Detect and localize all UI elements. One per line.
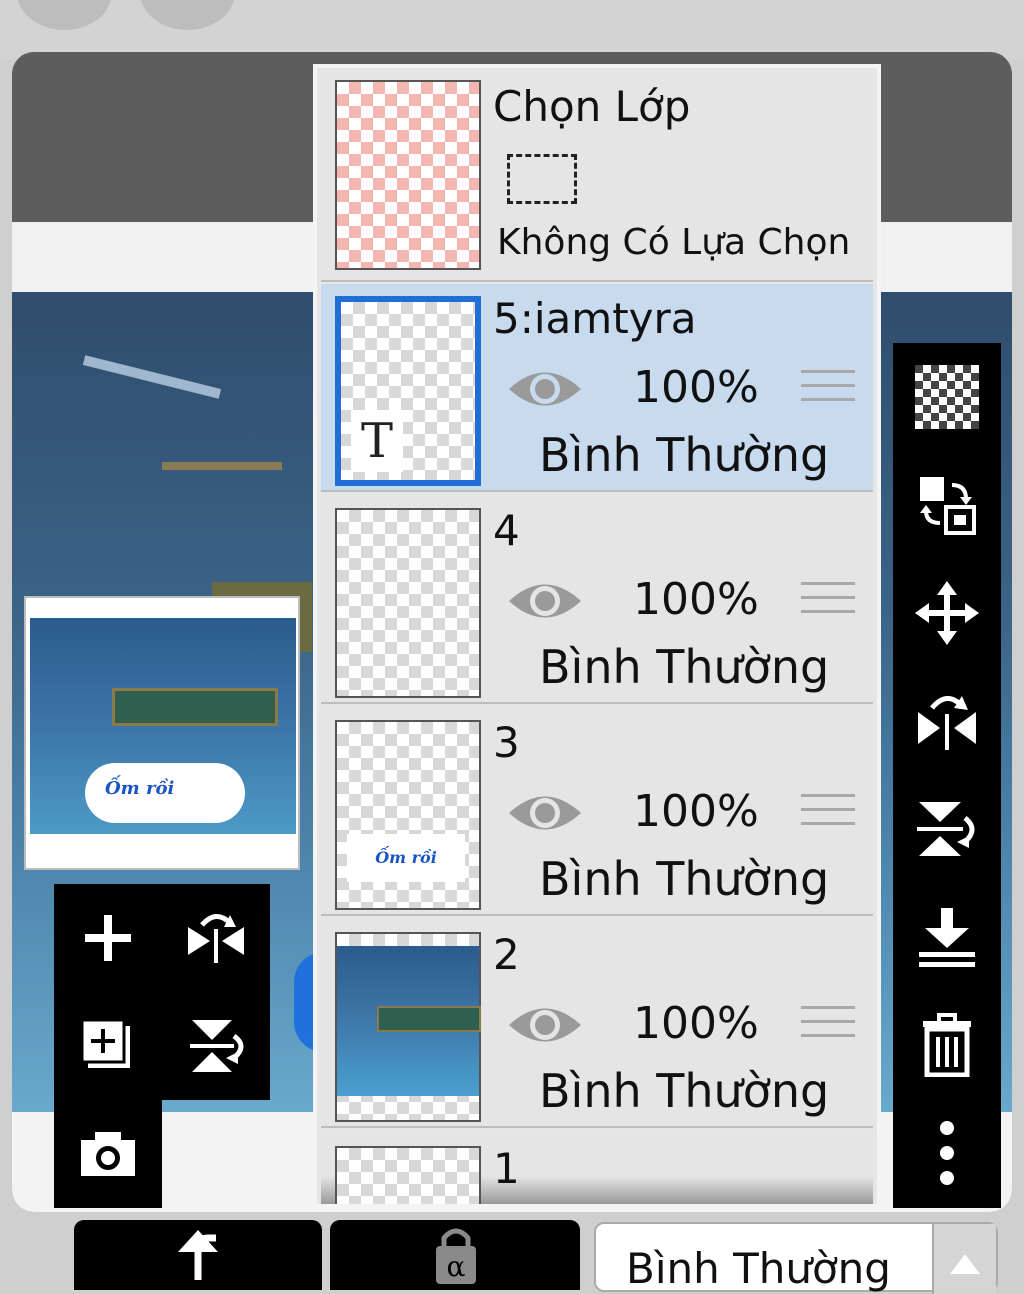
- trash-icon: [923, 1013, 971, 1077]
- layer-name: 4: [493, 506, 520, 555]
- dropdown-arrow-button[interactable]: [932, 1224, 996, 1294]
- layer-tools-panel: [54, 884, 270, 1100]
- duplicate-layer-button[interactable]: [54, 992, 162, 1100]
- layer-actions-panel: [893, 343, 1001, 1208]
- selection-layer-title: Chọn Lớp: [493, 82, 691, 131]
- layer-thumbnail: [335, 508, 481, 698]
- flip-horizontal-icon: [918, 696, 976, 750]
- layer-blend-mode[interactable]: Bình Thường: [539, 1064, 829, 1118]
- layer-name: 5:iamtyra: [493, 294, 697, 343]
- canvas-preview[interactable]: Ốm rồi: [24, 596, 300, 870]
- flip-horizontal-icon: [188, 914, 244, 963]
- layer-row[interactable]: 1: [321, 1134, 873, 1204]
- layer-opacity[interactable]: 100%: [633, 998, 759, 1049]
- eye-icon[interactable]: [507, 576, 583, 626]
- top-button-right[interactable]: [140, 0, 235, 30]
- move-layer-button[interactable]: [893, 559, 1001, 667]
- alpha-lock-icon: α: [436, 1228, 476, 1284]
- layer-row[interactable]: T 5:iamtyra 100% Bình Thường: [321, 284, 873, 492]
- flip-vertical-icon: [190, 1020, 244, 1072]
- layer-thumbnail: Ốm rồi: [335, 720, 481, 910]
- preview-image: Ốm rồi: [30, 618, 296, 834]
- eye-icon[interactable]: [507, 364, 583, 414]
- layer-blend-mode[interactable]: Bình Thường: [539, 852, 829, 906]
- layer-thumbnail: T: [335, 296, 481, 486]
- flip-vertical-icon: [917, 802, 975, 856]
- camera-button[interactable]: [54, 1100, 162, 1208]
- selection-status: Không Có Lựa Chọn: [497, 222, 851, 263]
- layer-thumbnail: [335, 932, 481, 1122]
- layer-thumbnail: [335, 1146, 481, 1204]
- swap-icon: [920, 477, 976, 535]
- delete-layer-button[interactable]: [893, 991, 1001, 1099]
- more-options-button[interactable]: [893, 1099, 1001, 1207]
- add-layer-icon: [80, 1018, 130, 1068]
- layer-row[interactable]: Ốm rồi 3 100% Bình Thường: [321, 708, 873, 916]
- add-layer-button[interactable]: [54, 884, 162, 992]
- svg-text:α: α: [447, 1250, 466, 1283]
- flip-layer-horizontal-button[interactable]: [893, 667, 1001, 775]
- flip-layer-vertical-button[interactable]: [893, 775, 1001, 883]
- transparency-icon: [915, 365, 979, 429]
- eye-icon[interactable]: [507, 788, 583, 838]
- drag-handle-icon[interactable]: [801, 582, 855, 624]
- undo-icon: [178, 1230, 218, 1280]
- swap-layer-button[interactable]: [893, 451, 1001, 559]
- drag-handle-icon[interactable]: [801, 794, 855, 836]
- flip-horizontal-button[interactable]: [162, 884, 270, 992]
- layer-blend-mode[interactable]: Bình Thường: [539, 428, 829, 482]
- layer-opacity[interactable]: 100%: [633, 786, 759, 837]
- more-icon: [940, 1121, 954, 1185]
- layer-row[interactable]: 4 100% Bình Thường: [321, 496, 873, 704]
- top-button-left[interactable]: [17, 0, 112, 30]
- layer-opacity[interactable]: 100%: [633, 362, 759, 413]
- layer-blend-mode[interactable]: Bình Thường: [539, 640, 829, 694]
- camera-icon: [81, 1132, 135, 1176]
- layer-thumbnail-text: Ốm rồi: [347, 834, 465, 882]
- layer-row[interactable]: 2 100% Bình Thường: [321, 920, 873, 1128]
- move-icon: [915, 581, 979, 645]
- blend-mode-label: Bình Thường: [626, 1244, 891, 1293]
- layer-opacity[interactable]: 100%: [633, 574, 759, 625]
- layer-name: 1: [493, 1144, 520, 1193]
- blend-mode-dropdown[interactable]: Bình Thường: [594, 1222, 998, 1294]
- selection-marquee-icon: [507, 154, 577, 204]
- drag-handle-icon[interactable]: [801, 1006, 855, 1048]
- add-icon: [85, 915, 131, 961]
- text-layer-icon: T: [351, 410, 403, 472]
- drag-handle-icon[interactable]: [801, 370, 855, 412]
- layer-name: 2: [493, 930, 520, 979]
- merge-down-button[interactable]: [893, 883, 1001, 991]
- selection-layer-row[interactable]: Chọn Lớp Không Có Lựa Chọn: [321, 68, 873, 282]
- eye-icon[interactable]: [507, 1000, 583, 1050]
- merge-down-icon: [919, 908, 975, 967]
- selection-layer-thumbnail: [335, 80, 481, 270]
- flip-vertical-button[interactable]: [162, 992, 270, 1100]
- layers-panel: Chọn Lớp Không Có Lựa Chọn T 5:iamtyra 1…: [313, 64, 881, 1208]
- dropdown-arrow-icon: [950, 1254, 980, 1274]
- camera-panel: [54, 1100, 162, 1208]
- top-bar: [0, 0, 1024, 60]
- transparency-button[interactable]: [893, 343, 1001, 451]
- layer-name: 3: [493, 718, 520, 767]
